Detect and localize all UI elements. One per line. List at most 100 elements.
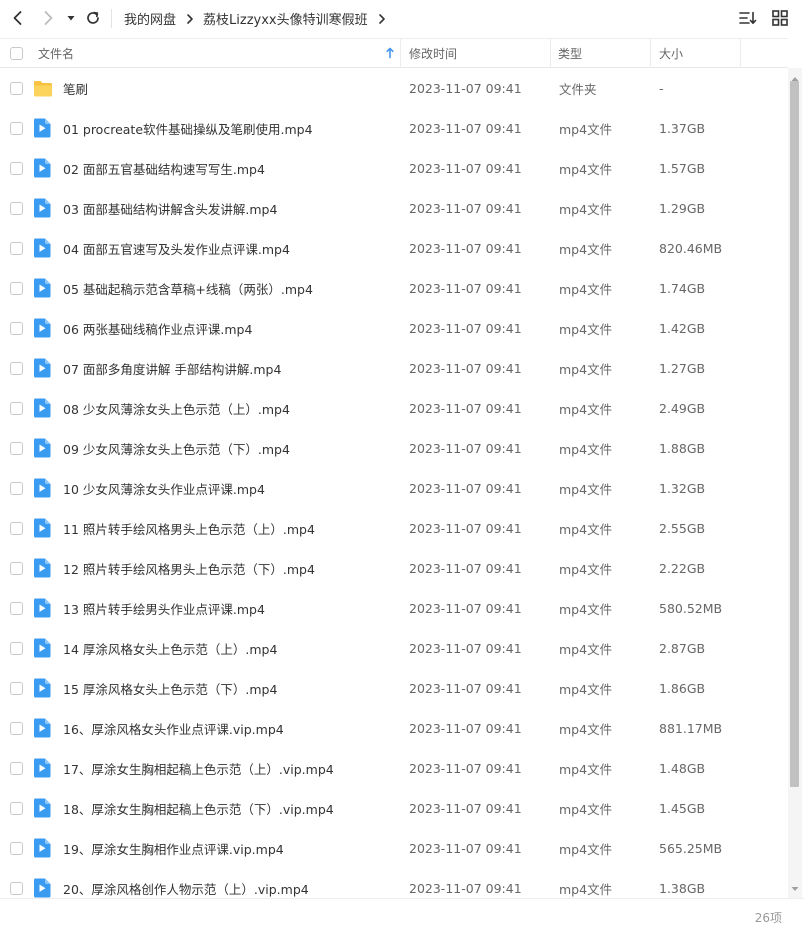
file-name[interactable]: 12 照片转手绘风格男头上色示范（下）.mp4 (63, 548, 315, 588)
file-row[interactable]: 14 厚涂风格女头上色示范（上）.mp4 2023-11-07 09:41 mp… (0, 628, 788, 668)
file-row[interactable]: 02 面部五官基础结构速写写生.mp4 2023-11-07 09:41 mp4… (0, 148, 788, 188)
row-checkbox-cell (10, 228, 23, 268)
file-name[interactable]: 20、厚涂风格创作人物示范（上）.vip.mp4 (63, 868, 309, 898)
file-row[interactable]: 15 厚涂风格女头上色示范（下）.mp4 2023-11-07 09:41 mp… (0, 668, 788, 708)
file-name[interactable]: 15 厚涂风格女头上色示范（下）.mp4 (63, 668, 277, 708)
file-row[interactable]: 05 基础起稿示范含草稿+线稿（两张）.mp4 2023-11-07 09:41… (0, 268, 788, 308)
chevron-right-icon (44, 11, 53, 25)
column-header-modified-label: 修改时间 (409, 47, 458, 61)
file-name[interactable]: 10 少女风薄涂女头作业点评课.mp4 (63, 468, 265, 508)
file-row[interactable]: 11 照片转手绘风格男头上色示范（上）.mp4 2023-11-07 09:41… (0, 508, 788, 548)
column-header-name[interactable]: 文件名 (38, 39, 400, 68)
file-row[interactable]: 18、厚涂女生胸相起稿上色示范（下）.vip.mp4 2023-11-07 09… (0, 788, 788, 828)
file-modified: 2023-11-07 09:41 (409, 560, 522, 576)
file-name[interactable]: 17、厚涂女生胸相起稿上色示范（上）.vip.mp4 (63, 748, 334, 788)
breadcrumb-item-root[interactable]: 我的网盘 (124, 9, 176, 28)
column-divider[interactable] (650, 39, 651, 68)
file-name[interactable]: 01 procreate软件基础操纵及笔刷使用.mp4 (63, 108, 313, 148)
file-name[interactable]: 09 少女风薄涂女头上色示范（下）.mp4 (63, 428, 290, 468)
row-checkbox[interactable] (10, 121, 23, 135)
row-checkbox-cell (10, 468, 23, 508)
row-checkbox[interactable] (10, 401, 23, 415)
file-name[interactable]: 06 两张基础线稿作业点评课.mp4 (63, 308, 252, 348)
column-header-modified[interactable]: 修改时间 (409, 39, 457, 68)
row-checkbox-cell (10, 308, 23, 348)
file-name[interactable]: 18、厚涂女生胸相起稿上色示范（下）.vip.mp4 (63, 788, 334, 828)
scroll-down-arrow-icon[interactable] (791, 881, 799, 895)
row-checkbox[interactable] (10, 681, 23, 695)
video-file-icon (34, 198, 51, 218)
row-checkbox[interactable] (10, 281, 23, 295)
row-checkbox[interactable] (10, 841, 23, 855)
file-size: 2.87GB (659, 640, 706, 656)
file-row[interactable]: 12 照片转手绘风格男头上色示范（下）.mp4 2023-11-07 09:41… (0, 548, 788, 588)
caret-down-icon (67, 16, 75, 21)
file-row[interactable]: 10 少女风薄涂女头作业点评课.mp4 2023-11-07 09:41 mp4… (0, 468, 788, 508)
file-name[interactable]: 19、厚涂女生胸相作业点评课.vip.mp4 (63, 828, 284, 868)
row-checkbox[interactable] (10, 601, 23, 615)
file-size: 881.17MB (659, 720, 723, 736)
file-modified: 2023-11-07 09:41 (409, 80, 522, 96)
column-divider[interactable] (400, 39, 401, 68)
row-checkbox[interactable] (10, 561, 23, 575)
file-row[interactable]: 19、厚涂女生胸相作业点评课.vip.mp4 2023-11-07 09:41 … (0, 828, 788, 868)
file-name[interactable]: 13 照片转手绘男头作业点评课.mp4 (63, 588, 265, 628)
file-row[interactable]: 笔刷 2023-11-07 09:41 文件夹 - (0, 68, 788, 108)
select-all-checkbox[interactable] (10, 47, 23, 60)
file-name[interactable]: 08 少女风薄涂女头上色示范（上）.mp4 (63, 388, 290, 428)
file-name[interactable]: 03 面部基础结构讲解含头发讲解.mp4 (63, 188, 277, 228)
scrollbar-thumb[interactable] (790, 81, 799, 787)
history-dropdown-button[interactable] (63, 7, 79, 29)
file-size: 1.88GB (659, 440, 706, 456)
file-name[interactable]: 11 照片转手绘风格男头上色示范（上）.mp4 (63, 508, 315, 548)
vertical-scrollbar[interactable] (788, 68, 802, 898)
file-row[interactable]: 20、厚涂风格创作人物示范（上）.vip.mp4 2023-11-07 09:4… (0, 868, 788, 898)
refresh-button[interactable] (82, 7, 104, 29)
file-row[interactable]: 06 两张基础线稿作业点评课.mp4 2023-11-07 09:41 mp4文… (0, 308, 788, 348)
file-name[interactable]: 14 厚涂风格女头上色示范（上）.mp4 (63, 628, 277, 668)
file-name[interactable]: 04 面部五官速写及头发作业点评课.mp4 (63, 228, 290, 268)
forward-button[interactable] (37, 7, 59, 29)
row-checkbox[interactable] (10, 481, 23, 495)
row-checkbox[interactable] (10, 761, 23, 775)
file-row[interactable]: 04 面部五官速写及头发作业点评课.mp4 2023-11-07 09:41 m… (0, 228, 788, 268)
row-checkbox[interactable] (10, 241, 23, 255)
file-name[interactable]: 02 面部五官基础结构速写写生.mp4 (63, 148, 265, 188)
file-name[interactable]: 05 基础起稿示范含草稿+线稿（两张）.mp4 (63, 268, 313, 308)
row-checkbox-cell (10, 428, 23, 468)
row-checkbox[interactable] (10, 201, 23, 215)
file-size: 1.42GB (659, 320, 706, 336)
file-row[interactable]: 13 照片转手绘男头作业点评课.mp4 2023-11-07 09:41 mp4… (0, 588, 788, 628)
file-modified: 2023-11-07 09:41 (409, 840, 522, 856)
row-checkbox[interactable] (10, 321, 23, 335)
row-checkbox[interactable] (10, 441, 23, 455)
file-row[interactable]: 09 少女风薄涂女头上色示范（下）.mp4 2023-11-07 09:41 m… (0, 428, 788, 468)
row-checkbox[interactable] (10, 801, 23, 815)
row-checkbox[interactable] (10, 521, 23, 535)
file-row[interactable]: 08 少女风薄涂女头上色示范（上）.mp4 2023-11-07 09:41 m… (0, 388, 788, 428)
grid-view-button[interactable] (770, 8, 790, 28)
file-name[interactable]: 笔刷 (63, 68, 88, 108)
row-checkbox[interactable] (10, 361, 23, 375)
row-checkbox[interactable] (10, 81, 23, 95)
column-header-type[interactable]: 类型 (558, 39, 582, 68)
file-row[interactable]: 16、厚涂风格女头作业点评课.vip.mp4 2023-11-07 09:41 … (0, 708, 788, 748)
file-row[interactable]: 17、厚涂女生胸相起稿上色示范（上）.vip.mp4 2023-11-07 09… (0, 748, 788, 788)
file-type: mp4文件 (559, 241, 613, 257)
row-checkbox[interactable] (10, 161, 23, 175)
row-checkbox-cell (10, 148, 23, 188)
column-divider[interactable] (550, 39, 551, 68)
back-button[interactable] (7, 7, 29, 29)
file-name[interactable]: 07 面部多角度讲解 手部结构讲解.mp4 (63, 348, 281, 388)
file-row[interactable]: 01 procreate软件基础操纵及笔刷使用.mp4 2023-11-07 0… (0, 108, 788, 148)
column-divider[interactable] (740, 39, 741, 68)
row-checkbox[interactable] (10, 881, 23, 895)
row-checkbox[interactable] (10, 721, 23, 735)
sort-button[interactable] (738, 8, 758, 28)
column-header-size[interactable]: 大小 (659, 39, 683, 68)
row-checkbox[interactable] (10, 641, 23, 655)
file-row[interactable]: 03 面部基础结构讲解含头发讲解.mp4 2023-11-07 09:41 mp… (0, 188, 788, 228)
file-name[interactable]: 16、厚涂风格女头作业点评课.vip.mp4 (63, 708, 284, 748)
file-row[interactable]: 07 面部多角度讲解 手部结构讲解.mp4 2023-11-07 09:41 m… (0, 348, 788, 388)
breadcrumb-item-current[interactable]: 荔枝Lizzyxx头像特训寒假班 (203, 9, 368, 28)
